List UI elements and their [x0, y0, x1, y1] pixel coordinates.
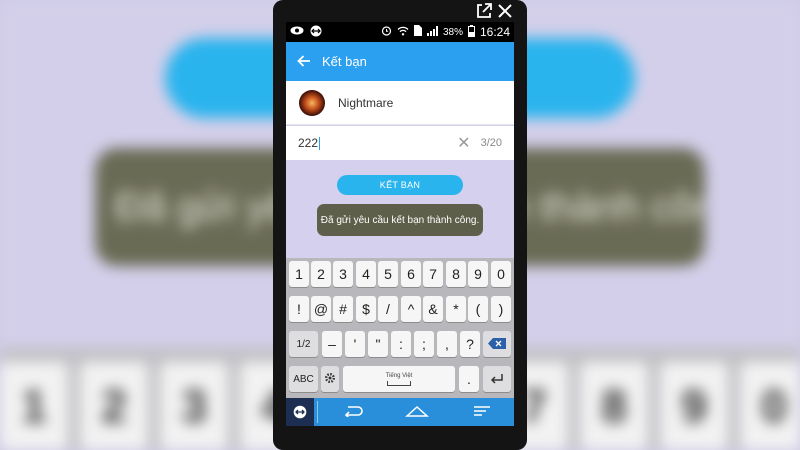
symbols-page-key[interactable]: 1/2 — [289, 331, 318, 357]
clock: 16:24 — [479, 25, 510, 39]
background-key: 8 — [580, 362, 648, 450]
period-key[interactable]: . — [459, 366, 479, 392]
back-arrow-icon[interactable] — [286, 51, 322, 72]
background-key: 0 — [740, 362, 800, 450]
text-caret — [319, 137, 321, 151]
avatar — [299, 89, 325, 116]
gear-icon — [324, 371, 336, 387]
keyboard-language: Tiếng Việt — [385, 372, 413, 379]
background-key: 1 — [0, 362, 68, 450]
signal-icon — [426, 25, 438, 39]
enter-icon — [490, 371, 504, 387]
contact-name: Nightmare — [338, 95, 394, 110]
add-friend-button[interactable]: KẾT BẠN — [337, 175, 463, 195]
settings-key[interactable] — [321, 366, 339, 392]
key[interactable]: 7 — [423, 261, 443, 287]
key[interactable]: " — [368, 331, 388, 357]
close-icon[interactable] — [497, 3, 513, 22]
key[interactable]: 3 — [333, 261, 353, 287]
key[interactable]: 2 — [311, 261, 331, 287]
eye-icon — [290, 26, 304, 38]
home-icon[interactable] — [385, 404, 449, 421]
key[interactable]: & — [423, 296, 443, 322]
key[interactable]: ' — [345, 331, 365, 357]
key[interactable]: – — [322, 331, 342, 357]
key[interactable]: / — [378, 296, 398, 322]
sim-icon — [413, 25, 422, 39]
key[interactable]: 8 — [446, 261, 466, 287]
message-value: 222 — [298, 135, 319, 150]
abc-key[interactable]: ABC — [289, 366, 318, 392]
key[interactable]: $ — [356, 296, 376, 322]
navigation-bar — [286, 398, 514, 426]
teamviewer-icon — [310, 25, 322, 40]
key[interactable]: ; — [414, 331, 434, 357]
nav-divider — [317, 401, 318, 423]
key[interactable]: ! — [289, 296, 309, 322]
enter-key[interactable] — [483, 366, 511, 392]
alarm-icon — [381, 25, 392, 39]
battery-percent: 38% — [442, 26, 463, 38]
teamviewer-icon[interactable] — [286, 398, 314, 426]
message-field[interactable]: 222 ✕ 3/20 — [286, 126, 514, 160]
key[interactable]: * — [446, 296, 466, 322]
app-bar: Kết bạn — [286, 42, 514, 81]
contact-row: Nightmare — [286, 81, 514, 125]
keyboard: 1 2 3 4 5 6 7 8 9 0 ! @ # $ / ^ & * ( ) … — [286, 258, 514, 398]
battery-icon — [467, 24, 475, 40]
key[interactable]: : — [391, 331, 411, 357]
key[interactable]: 9 — [468, 261, 488, 287]
clear-icon[interactable]: ✕ — [457, 133, 470, 153]
key[interactable]: ? — [460, 331, 480, 357]
wifi-icon — [397, 26, 409, 39]
page-title: Kết bạn — [322, 54, 367, 69]
background-key: 9 — [660, 362, 728, 450]
external-link-icon[interactable] — [476, 3, 492, 22]
space-key[interactable]: Tiếng Việt — [343, 366, 455, 392]
character-counter: 3/20 — [480, 137, 502, 149]
back-icon[interactable] — [321, 404, 385, 421]
message-input[interactable]: 222 — [298, 135, 321, 151]
key[interactable]: ( — [468, 296, 488, 322]
space-icon — [387, 380, 411, 386]
key[interactable]: , — [437, 331, 457, 357]
key[interactable]: # — [333, 296, 353, 322]
backspace-key[interactable] — [483, 331, 511, 357]
background-key: 3 — [160, 362, 228, 450]
toast-message: Đã gửi yêu cầu kết bạn thành công. — [317, 204, 483, 236]
backspace-icon — [488, 336, 506, 352]
key[interactable]: 1 — [289, 261, 309, 287]
key[interactable]: ) — [491, 296, 511, 322]
key[interactable]: ^ — [401, 296, 421, 322]
key[interactable]: 0 — [491, 261, 511, 287]
recent-apps-icon[interactable] — [450, 404, 514, 421]
key[interactable]: 4 — [356, 261, 376, 287]
status-bar: 38% 16:24 — [286, 22, 514, 42]
key[interactable]: 6 — [401, 261, 421, 287]
key[interactable]: @ — [311, 296, 331, 322]
key[interactable]: 5 — [378, 261, 398, 287]
phone-screen: 38% 16:24 Kết bạn Nightmare 222 ✕ 3/20 K… — [286, 22, 514, 426]
background-key: 2 — [80, 362, 148, 450]
